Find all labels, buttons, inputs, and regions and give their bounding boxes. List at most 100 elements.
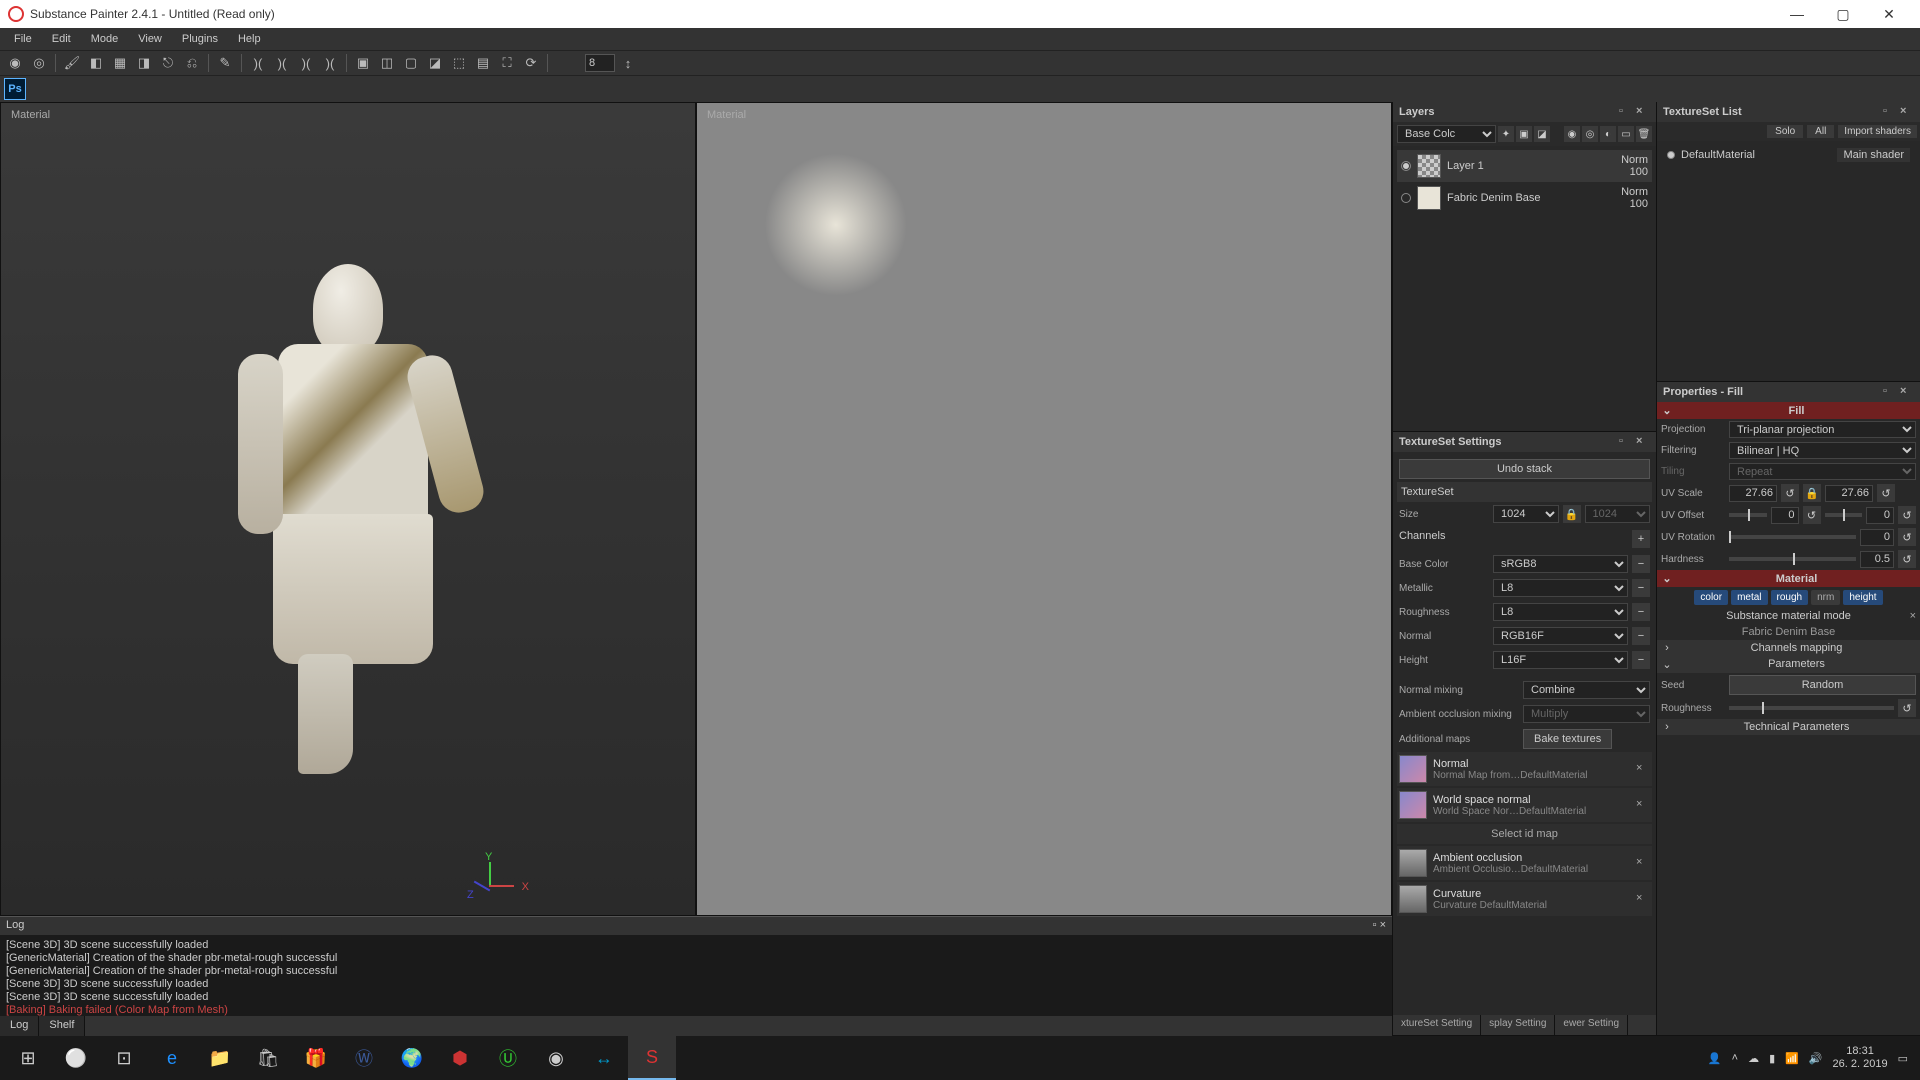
panel-close-icon[interactable]: ×: [1900, 385, 1914, 399]
layer-effect-icon[interactable]: ✦: [1498, 126, 1514, 142]
app-icon-2[interactable]: Ⓦ: [340, 1036, 388, 1080]
textureset-visibility[interactable]: [1667, 151, 1675, 159]
technical-params-header[interactable]: ›Technical Parameters: [1657, 719, 1920, 735]
channel-fmt[interactable]: L16F: [1493, 651, 1628, 669]
smudge-icon[interactable]: ⎋: [157, 52, 179, 74]
view-3d-icon[interactable]: ▢: [400, 52, 422, 74]
app-icon-5[interactable]: Ⓤ: [484, 1036, 532, 1080]
tab-display-settings[interactable]: splay Setting: [1481, 1015, 1555, 1035]
battery-icon[interactable]: ▮: [1769, 1052, 1775, 1065]
parameters-header[interactable]: ⌄Parameters: [1657, 656, 1920, 673]
tab-textureset-settings[interactable]: xtureSet Setting: [1393, 1015, 1481, 1035]
app-icon-4[interactable]: ⬢: [436, 1036, 484, 1080]
maximize-button[interactable]: ▢: [1820, 0, 1866, 28]
fullscreen-icon[interactable]: ⛶: [496, 52, 518, 74]
remove-map-icon[interactable]: ×: [1636, 798, 1650, 812]
remove-channel-icon[interactable]: −: [1632, 651, 1650, 669]
sym-z-icon[interactable]: )(: [295, 52, 317, 74]
layer-fill-icon[interactable]: ◪: [1534, 126, 1550, 142]
channel-select[interactable]: Base Colc: [1397, 125, 1496, 143]
material-name[interactable]: Fabric Denim Base: [1657, 624, 1920, 640]
menu-edit[interactable]: Edit: [42, 30, 81, 48]
map-row[interactable]: NormalNormal Map from…DefaultMaterial×: [1397, 752, 1652, 786]
uvscale-x-input[interactable]: [1729, 485, 1777, 502]
app-icon-3[interactable]: 🌍: [388, 1036, 436, 1080]
hardness-slider[interactable]: [1729, 557, 1856, 561]
roughness-slider[interactable]: [1729, 706, 1894, 710]
channel-fmt[interactable]: L8: [1493, 579, 1628, 597]
remove-map-icon[interactable]: ×: [1636, 856, 1650, 870]
layer-visibility-toggle[interactable]: [1401, 161, 1411, 171]
uvrot-slider[interactable]: [1729, 535, 1856, 539]
normal-mixing-select[interactable]: Combine: [1523, 681, 1650, 699]
material-section-header[interactable]: ⌄Material: [1657, 570, 1920, 587]
panel-close-icon[interactable]: ×: [1636, 435, 1650, 449]
layout-icon[interactable]: ▤: [472, 52, 494, 74]
panel-undock-icon[interactable]: ▫: [1883, 385, 1897, 399]
store-icon[interactable]: 🛍: [244, 1036, 292, 1080]
people-icon[interactable]: 👤: [1708, 1052, 1722, 1065]
task-view-icon[interactable]: ⊡: [100, 1036, 148, 1080]
undo-stack-button[interactable]: Undo stack: [1399, 459, 1650, 479]
chrome-icon[interactable]: ◉: [532, 1036, 580, 1080]
map-row[interactable]: Ambient occlusionAmbient Occlusio…Defaul…: [1397, 846, 1652, 880]
remove-map-icon[interactable]: ×: [1636, 762, 1650, 776]
layer-visibility-toggle[interactable]: [1401, 193, 1411, 203]
size-select-1[interactable]: 1024: [1493, 505, 1559, 523]
volume-icon[interactable]: 🔊: [1809, 1052, 1823, 1065]
reset-icon[interactable]: ↺: [1898, 506, 1916, 524]
layer-row[interactable]: Fabric Denim Base Norm100: [1397, 182, 1652, 214]
all-button[interactable]: All: [1807, 125, 1834, 138]
layer-name[interactable]: Fabric Denim Base: [1447, 192, 1615, 204]
wifi-icon[interactable]: 📶: [1785, 1052, 1799, 1065]
view-2d3d-icon[interactable]: ◫: [376, 52, 398, 74]
notifications-icon[interactable]: ▭: [1898, 1052, 1908, 1065]
matmode-close-icon[interactable]: ×: [1910, 610, 1916, 622]
uvscale-y-input[interactable]: [1825, 485, 1873, 502]
sym-radial-icon[interactable]: )(: [319, 52, 341, 74]
panel-close-icon[interactable]: ×: [1900, 105, 1914, 119]
menu-plugins[interactable]: Plugins: [172, 30, 228, 48]
menu-help[interactable]: Help: [228, 30, 271, 48]
map-row[interactable]: World space normalWorld Space Nor…Defaul…: [1397, 788, 1652, 822]
viewport-2d[interactable]: Material: [696, 102, 1392, 916]
tab-shelf[interactable]: Shelf: [39, 1016, 85, 1036]
start-button[interactable]: ⊞: [4, 1036, 52, 1080]
textureset-row[interactable]: DefaultMaterial Main shader: [1661, 145, 1916, 165]
import-shaders-button[interactable]: Import shaders: [1838, 125, 1917, 138]
onedrive-icon[interactable]: ☁: [1748, 1052, 1759, 1065]
add-folder-icon[interactable]: ▭: [1618, 126, 1634, 142]
toggle-nrm[interactable]: nrm: [1811, 590, 1840, 605]
sym-y-icon[interactable]: )(: [271, 52, 293, 74]
lock-icon[interactable]: 🔒: [1563, 505, 1581, 523]
eraser-icon[interactable]: ◧: [85, 52, 107, 74]
pan-icon[interactable]: ◎: [28, 52, 50, 74]
teamviewer-icon[interactable]: ↔: [580, 1036, 628, 1080]
panel-undock-icon[interactable]: ▫: [1883, 105, 1897, 119]
persp-icon[interactable]: ◪: [424, 52, 446, 74]
remove-channel-icon[interactable]: −: [1632, 579, 1650, 597]
tab-log[interactable]: Log: [0, 1016, 39, 1036]
log-close-icon[interactable]: ×: [1380, 919, 1386, 931]
delete-layer-icon[interactable]: 🗑: [1636, 126, 1652, 142]
substance-painter-taskbar-icon[interactable]: S: [628, 1036, 676, 1080]
select-id-map[interactable]: Select id map: [1397, 824, 1652, 844]
uvrot-input[interactable]: [1860, 529, 1894, 546]
reset-icon[interactable]: ↺: [1898, 550, 1916, 568]
add-paint-icon[interactable]: ◎: [1582, 126, 1598, 142]
hardness-input[interactable]: [1860, 551, 1894, 568]
reset-icon[interactable]: ↺: [1877, 484, 1895, 502]
toggle-rough[interactable]: rough: [1771, 590, 1809, 605]
iray-icon[interactable]: ▣: [352, 52, 374, 74]
channel-fmt[interactable]: RGB16F: [1493, 627, 1628, 645]
reset-icon[interactable]: ↺: [1898, 528, 1916, 546]
photoshop-link-icon[interactable]: Ps: [4, 78, 26, 100]
channel-fmt[interactable]: L8: [1493, 603, 1628, 621]
shader-select[interactable]: Main shader: [1837, 148, 1910, 162]
orbit-icon[interactable]: ◉: [4, 52, 26, 74]
brush-icon[interactable]: 🖌: [61, 52, 83, 74]
taskbar-clock[interactable]: 18:3126. 2. 2019: [1833, 1045, 1888, 1071]
log-undock-icon[interactable]: ▫: [1373, 919, 1377, 931]
toggle-height[interactable]: height: [1843, 590, 1882, 605]
projection-select[interactable]: Tri-planar projection: [1729, 421, 1916, 438]
